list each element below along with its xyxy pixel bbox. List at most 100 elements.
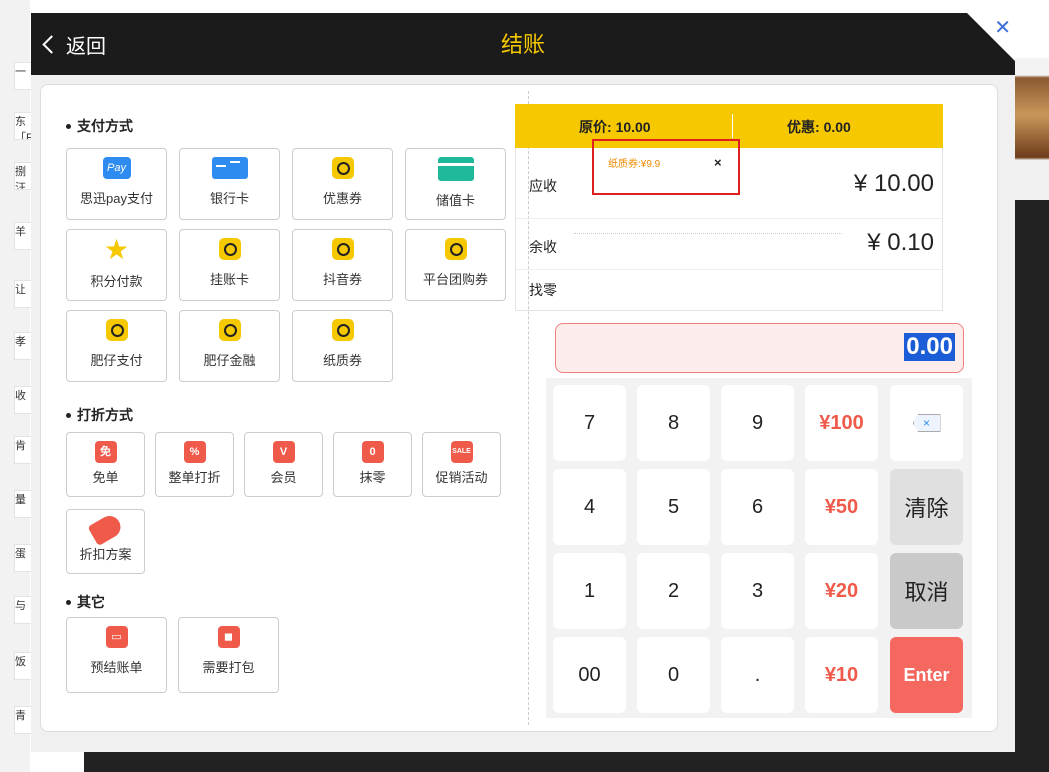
option-tile-coupon[interactable]: 平台团购券	[405, 229, 506, 301]
original-price: 原价: 10.00	[579, 117, 651, 137]
option-tile-tag[interactable]: 折扣方案	[66, 509, 145, 574]
option-label: 挂账卡	[209, 272, 249, 287]
keypad-key[interactable]: 5	[637, 469, 710, 545]
background-dark-area	[1015, 200, 1049, 772]
option-label: 促销活动	[435, 470, 488, 485]
section-title-payment: 支付方式	[66, 116, 133, 136]
discount-value: 0.00	[823, 119, 851, 135]
section-title-label: 其它	[77, 594, 105, 610]
option-label: 储值卡	[435, 193, 475, 208]
option-tile-coupon[interactable]: 抖音券	[292, 229, 393, 301]
coupon-tag-text: 纸质券:¥9.9	[608, 159, 661, 170]
option-label: 纸质券	[322, 353, 362, 368]
keypad-key[interactable]: 1	[553, 553, 626, 629]
option-tile-coupon[interactable]: 肥仔金融	[179, 310, 280, 382]
remaining-label: 余收	[529, 239, 557, 255]
option-tile-bag[interactable]: ◼ 需要打包	[178, 617, 279, 693]
page-title: 结账	[500, 32, 545, 57]
keypad-key[interactable]: 9	[721, 385, 794, 461]
enter-button[interactable]: Enter	[890, 637, 963, 713]
option-label: 预结账单	[90, 660, 143, 675]
member-icon: V	[272, 441, 295, 463]
modal-header: 返回 结账	[31, 13, 1015, 75]
change-label: 找零	[529, 282, 557, 298]
option-tile-round-off[interactable]: 0 抹零	[333, 432, 412, 497]
option-tile-coupon[interactable]: 优惠券	[292, 148, 393, 220]
bag-icon: ◼	[217, 626, 240, 648]
round-off-icon: 0	[361, 441, 384, 463]
option-tile-stored-value-card[interactable]: 储值卡	[405, 148, 506, 220]
keypad-key[interactable]: 00	[553, 637, 626, 713]
quick-amount-key[interactable]: ¥20	[805, 553, 878, 629]
keypad-key[interactable]: 0	[637, 637, 710, 713]
option-tile-sale[interactable]: SALE 促销活动	[422, 432, 501, 497]
quick-amount-key[interactable]: ¥100	[805, 385, 878, 461]
amount-due-label: 应收	[529, 178, 557, 194]
coupon-icon	[444, 238, 467, 260]
remaining-row: 余收 ¥ 0.10	[516, 219, 942, 270]
discount-label: 优惠:	[787, 119, 820, 135]
keypad-key[interactable]: .	[721, 637, 794, 713]
option-tile-bank-card[interactable]: 银行卡	[179, 148, 280, 220]
close-icon[interactable]: ✕	[994, 15, 1011, 40]
option-label: 积分付款	[90, 274, 143, 289]
coupon-icon	[331, 238, 354, 260]
cancel-button[interactable]: 取消	[890, 553, 963, 629]
keypad-key[interactable]: 4	[553, 469, 626, 545]
option-tile-member[interactable]: V 会员	[244, 432, 323, 497]
amount-input[interactable]: 0.00	[555, 323, 964, 373]
bullet-icon	[66, 412, 71, 418]
keypad-key[interactable]: 6	[721, 469, 794, 545]
option-label: 肥仔支付	[90, 353, 143, 368]
keypad-key[interactable]: 8	[637, 385, 710, 461]
pay-icon: Pay	[102, 157, 131, 179]
sale-icon: SALE	[450, 441, 473, 463]
dotted-leader	[574, 233, 842, 234]
option-tile-coupon[interactable]: 纸质券	[292, 310, 393, 382]
background-dark-area	[84, 752, 1049, 772]
quick-amount-key[interactable]: ¥10	[805, 637, 878, 713]
keypad-key[interactable]: 2	[637, 553, 710, 629]
section-title-label: 打折方式	[77, 407, 133, 423]
divider	[732, 114, 733, 138]
option-tile-wallet[interactable]: ▭ 预结账单	[66, 617, 167, 693]
tag-icon	[87, 511, 124, 547]
keypad-key[interactable]: 7	[553, 385, 626, 461]
section-title-discount: 打折方式	[66, 405, 133, 425]
backspace-button[interactable]: ×	[890, 385, 963, 461]
remove-coupon-icon[interactable]: ×	[714, 155, 722, 170]
option-label: 整单打折	[168, 470, 221, 485]
change-row: 找零	[516, 270, 942, 310]
option-label: 平台团购券	[422, 272, 488, 287]
option-label: 需要打包	[202, 660, 255, 675]
option-label: 优惠券	[322, 191, 362, 206]
coupon-icon	[105, 319, 128, 341]
option-label: 抹零	[359, 470, 386, 485]
option-label: 思迅pay支付	[80, 191, 153, 206]
original-price-value: 10.00	[615, 119, 651, 135]
remaining-value: ¥ 0.10	[867, 229, 934, 256]
option-tile-percent[interactable]: % 整单打折	[155, 432, 234, 497]
option-tile-coupon[interactable]: 肥仔支付	[66, 310, 167, 382]
percent-icon: %	[183, 441, 206, 463]
discount-amount: 优惠: 0.00	[787, 117, 851, 137]
option-label: 抖音券	[322, 272, 362, 287]
backspace-icon: ×	[912, 414, 941, 432]
option-label: 折扣方案	[79, 547, 132, 562]
option-tile-pay[interactable]: Pay 思迅pay支付	[66, 148, 167, 220]
option-tile-star[interactable]: ★ 积分付款	[66, 229, 167, 301]
sale-icon-text: SALE	[452, 448, 471, 455]
option-label: 肥仔金融	[203, 353, 256, 368]
keypad-key[interactable]: 3	[721, 553, 794, 629]
section-title-label: 支付方式	[77, 118, 133, 134]
option-label: 银行卡	[209, 191, 249, 206]
option-tile-free-order[interactable]: 免免单	[66, 432, 145, 497]
background-food-image	[1015, 58, 1049, 200]
star-icon: ★	[103, 234, 130, 265]
quick-amount-key[interactable]: ¥50	[805, 469, 878, 545]
option-label: 会员	[270, 470, 297, 485]
clear-button[interactable]: 清除	[890, 469, 963, 545]
coupon-icon	[218, 319, 241, 341]
free-order-icon: 免	[94, 441, 117, 463]
option-tile-coupon[interactable]: 挂账卡	[179, 229, 280, 301]
